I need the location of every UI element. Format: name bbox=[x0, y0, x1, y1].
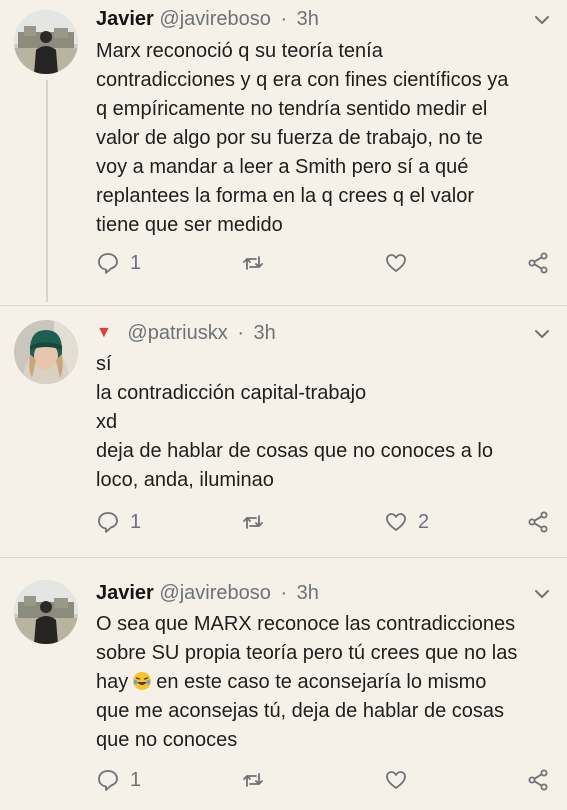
retweet-icon bbox=[243, 515, 263, 529]
separator-dot: · bbox=[237, 322, 244, 344]
tweet-text: O sea que MARX reconoce las contradiccio… bbox=[96, 610, 551, 755]
chevron-down-icon[interactable] bbox=[533, 325, 551, 343]
text-line: sobre SU propia teoría pero tú crees que… bbox=[96, 642, 518, 664]
like-button[interactable] bbox=[384, 766, 418, 794]
text-line: q empíricamente no tendría sentido medir… bbox=[96, 98, 488, 120]
tweet-header: Javier @javireboso · 3h bbox=[96, 580, 547, 610]
tweet[interactable]: Javier @javireboso · 3h Marx reconoció q… bbox=[0, 0, 567, 306]
text-line: voy a mandar a leer a Smith pero sí a qu… bbox=[96, 156, 469, 178]
like-count: 2 bbox=[418, 510, 430, 533]
text-fragment: hay bbox=[96, 671, 129, 693]
tweet[interactable]: Javier @javireboso · 3h O sea que MARX r… bbox=[0, 558, 567, 810]
timestamp[interactable]: 3h bbox=[254, 322, 276, 344]
tweet-header: Javier @javireboso · 3h bbox=[96, 6, 547, 36]
reply-count: 1 bbox=[130, 251, 142, 274]
share-button[interactable] bbox=[526, 508, 550, 536]
share-icon bbox=[528, 252, 548, 274]
avatar-image bbox=[14, 10, 78, 74]
text-line: O sea que MARX reconoce las contradiccio… bbox=[96, 613, 516, 635]
avatar[interactable] bbox=[14, 580, 78, 644]
retweet-icon bbox=[243, 256, 263, 270]
tweet[interactable]: ▼ @patriuskx · 3h sí la contradicción ca… bbox=[0, 306, 567, 558]
like-button[interactable] bbox=[384, 249, 418, 277]
reply-count: 1 bbox=[130, 768, 142, 791]
text-line: sí bbox=[96, 353, 112, 375]
text-line: tiene que ser medido bbox=[96, 214, 283, 236]
share-icon bbox=[528, 769, 548, 791]
text-line: Marx reconoció q su teoría tenía bbox=[96, 40, 383, 62]
text-line: valor de algo por su fuerza de trabajo, … bbox=[96, 127, 483, 149]
reply-count: 1 bbox=[130, 510, 142, 533]
reply-icon bbox=[98, 253, 118, 274]
timestamp[interactable]: 3h bbox=[297, 8, 319, 30]
share-button[interactable] bbox=[526, 766, 550, 794]
user-handle[interactable]: @javireboso bbox=[159, 8, 270, 30]
text-fragment: en este caso te aconsejaría lo mismo bbox=[156, 671, 487, 693]
text-line: xd bbox=[96, 411, 118, 433]
chevron-down-icon[interactable] bbox=[533, 11, 551, 29]
text-line: hay en este caso te aconsejaría lo mismo bbox=[96, 668, 551, 697]
reply-button[interactable]: 1 bbox=[96, 249, 141, 277]
separator-dot: · bbox=[280, 582, 288, 604]
like-icon bbox=[386, 254, 406, 272]
text-line: que no conoces bbox=[96, 729, 238, 751]
like-icon bbox=[386, 771, 406, 789]
share-button[interactable] bbox=[526, 249, 550, 277]
tweet-actions: 1 bbox=[96, 766, 551, 794]
text-line: que me aconsejas tú, deja de hablar de c… bbox=[96, 700, 505, 722]
flag-icon: ▼ bbox=[96, 324, 112, 341]
tweet-header: ▼ @patriuskx · 3h bbox=[96, 320, 547, 350]
separator-dot: · bbox=[280, 8, 288, 30]
text-line: la contradicción capital-trabajo bbox=[96, 382, 367, 404]
share-icon bbox=[528, 511, 548, 533]
like-icon bbox=[386, 513, 406, 531]
retweet-button[interactable] bbox=[241, 508, 275, 536]
text-line: loco, anda, iluminao bbox=[96, 469, 274, 491]
display-name[interactable]: Javier bbox=[96, 582, 154, 604]
avatar[interactable] bbox=[14, 320, 78, 384]
reply-button[interactable]: 1 bbox=[96, 508, 141, 536]
avatar[interactable] bbox=[14, 10, 78, 74]
display-name[interactable]: Javier bbox=[96, 8, 154, 30]
text-line: deja de hablar de cosas que no conoces a… bbox=[96, 440, 493, 462]
reply-button[interactable]: 1 bbox=[96, 766, 141, 794]
text-line: replantees la forma en la q crees q el v… bbox=[96, 185, 474, 207]
tweet-actions: 1 2 bbox=[96, 508, 551, 536]
user-handle[interactable]: @patriuskx bbox=[127, 322, 227, 344]
avatar-image bbox=[14, 580, 78, 644]
retweet-button[interactable] bbox=[241, 249, 275, 277]
retweet-button[interactable] bbox=[241, 766, 275, 794]
tweet-text: sí la contradicción capital-trabajo xd d… bbox=[96, 350, 551, 495]
reply-icon bbox=[98, 512, 118, 533]
laughing-emoji-icon bbox=[133, 672, 152, 690]
user-handle[interactable]: @javireboso bbox=[159, 582, 270, 604]
text-line: contradicciones y q era con fines cientí… bbox=[96, 69, 509, 91]
chevron-down-icon[interactable] bbox=[533, 585, 551, 603]
timestamp[interactable]: 3h bbox=[297, 582, 319, 604]
tweet-text: Marx reconoció q su teoría tenía contrad… bbox=[96, 37, 551, 240]
like-button[interactable]: 2 bbox=[384, 508, 429, 536]
avatar-image bbox=[14, 320, 78, 384]
reply-icon bbox=[98, 770, 118, 791]
retweet-icon bbox=[243, 773, 263, 787]
tweet-actions: 1 bbox=[96, 249, 551, 277]
